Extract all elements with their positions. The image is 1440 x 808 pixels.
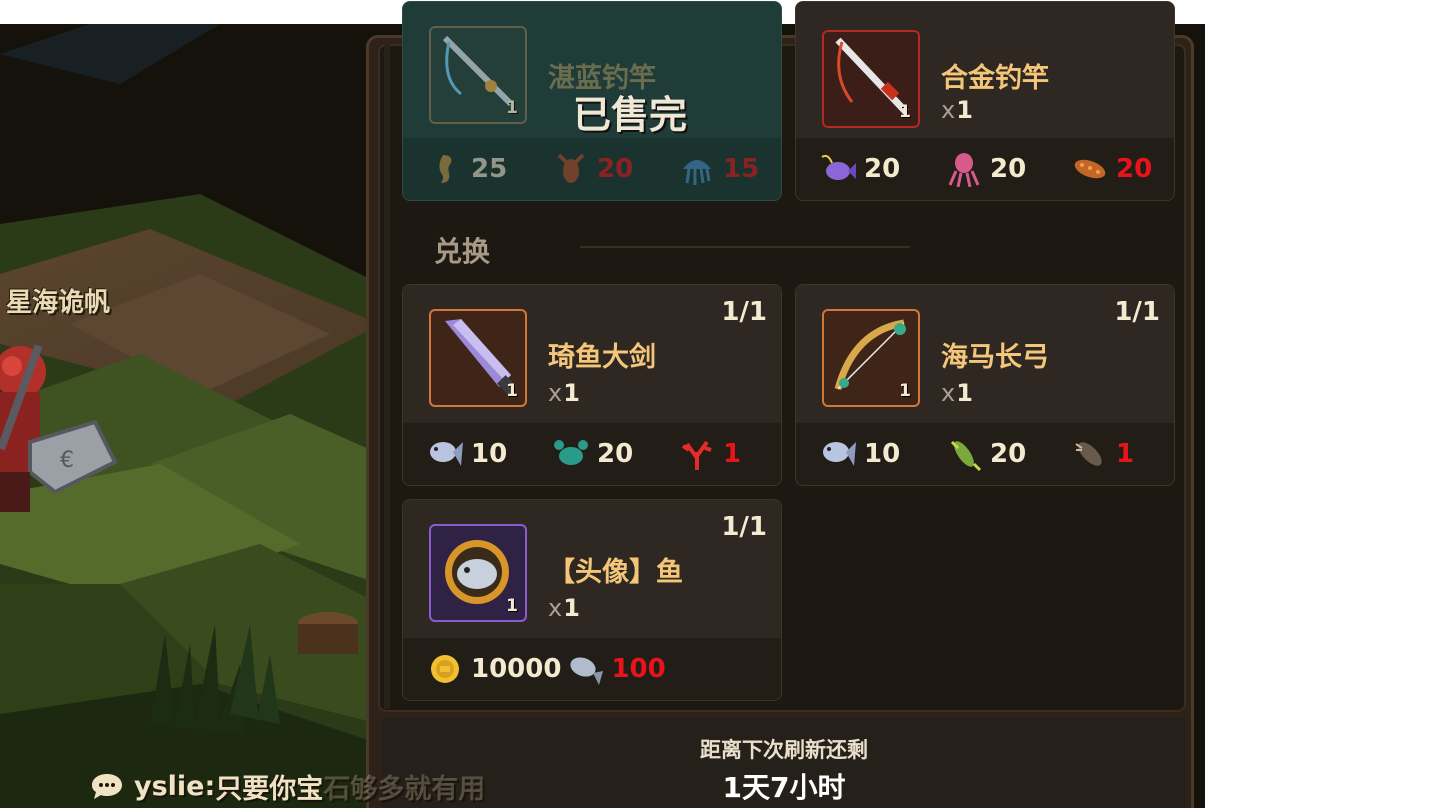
squid-icon <box>948 153 980 187</box>
cost-seahorse: 25 <box>427 151 529 187</box>
cost-sea-cucumber: 20 <box>1072 151 1174 187</box>
cost-tuna: 10 <box>820 436 922 472</box>
crab-icon <box>554 440 588 465</box>
cost-amount: 10000 <box>471 654 562 684</box>
item-name: 【头像】鱼 <box>548 557 683 588</box>
cost-amount: 1 <box>723 439 742 469</box>
lobster-icon <box>557 153 585 183</box>
cost-amount: 10 <box>864 439 901 469</box>
cost-gold-coin: 10000 <box>427 651 561 687</box>
shop-item-card-sold-out[interactable]: 1 湛蓝钓竿 已售完 25 20 15 <box>402 1 782 201</box>
cost-amount: 25 <box>471 154 508 184</box>
scrollbar-track[interactable] <box>384 44 390 709</box>
item-count: x1 <box>941 96 973 124</box>
cost-fish: 100 <box>567 651 666 687</box>
cost-amount: 10 <box>471 439 508 469</box>
exchange-item-card[interactable]: 1/1 1 海马长弓 x1 10 20 1 <box>795 284 1175 486</box>
svg-text:€: € <box>60 448 74 473</box>
tuna-icon <box>430 442 463 466</box>
purchase-limit: 1/1 <box>721 297 767 327</box>
item-qty-badge: 1 <box>899 102 911 122</box>
tuna-icon <box>823 442 856 466</box>
cost-squid: 20 <box>946 151 1048 187</box>
cost-amount: 20 <box>1116 154 1153 184</box>
cost-amount: 20 <box>990 439 1027 469</box>
anglerfish-icon <box>821 154 856 180</box>
chat-separator: : <box>204 770 216 802</box>
item-qty-badge: 1 <box>899 381 911 401</box>
fish-avatar-icon: 1 <box>429 524 527 622</box>
cost-tuna: 10 <box>427 436 529 472</box>
jellyfish-icon <box>683 160 711 185</box>
cost-amount: 20 <box>597 154 634 184</box>
refresh-timer: 距离下次刷新还剩 1天7小时 <box>382 718 1186 808</box>
alloy-fishing-rod-icon: 1 <box>822 30 920 128</box>
seahorse-icon <box>439 155 452 183</box>
item-qty-badge: 1 <box>506 596 518 616</box>
item-count: x1 <box>941 379 973 407</box>
purchase-limit: 1/1 <box>1114 297 1160 327</box>
cost-lobster: 20 <box>553 151 655 187</box>
fishing-rod-icon: 1 <box>429 26 527 124</box>
exchange-item-card[interactable]: 1/1 1 琦鱼大剑 x1 10 20 1 <box>402 284 782 486</box>
cost-amount: 20 <box>597 439 634 469</box>
cost-amount: 1 <box>1116 439 1135 469</box>
cost-amount: 20 <box>990 154 1027 184</box>
chat-text-faded: 石够多就有用 <box>323 773 486 805</box>
cost-amount: 100 <box>611 654 666 684</box>
item-qty-badge: 1 <box>506 381 518 401</box>
cost-amount: 20 <box>864 154 901 184</box>
shop-item-card[interactable]: 1 合金钓竿 x1 20 20 20 <box>795 1 1175 201</box>
item-name: 琦鱼大剑 <box>548 342 656 373</box>
exchange-section-title: 兑换 <box>434 235 491 268</box>
item-qty-badge: 1 <box>506 98 518 118</box>
coral-icon <box>681 440 712 470</box>
sea-cucumber-icon <box>1074 159 1106 179</box>
purchase-limit: 1/1 <box>721 512 767 542</box>
chat-message: yslie: 只要你宝 石够多就有用 <box>90 768 486 805</box>
refresh-label: 距离下次刷新还剩 <box>700 738 868 762</box>
longbow-icon: 1 <box>822 309 920 407</box>
cost-coral: 1 <box>679 436 781 472</box>
chat-username: yslie <box>134 770 205 802</box>
section-divider <box>580 246 910 248</box>
exchange-item-card[interactable]: 1/1 1 【头像】鱼 x1 10000 100 <box>402 499 782 701</box>
fish-icon <box>570 657 604 685</box>
greatsword-icon: 1 <box>429 309 527 407</box>
chat-text: 只要你宝 <box>215 773 324 805</box>
item-count: x1 <box>548 594 580 622</box>
cost-mantis-shrimp: 20 <box>946 436 1048 472</box>
gold-coin-icon <box>431 655 459 683</box>
cost-jellyfish: 15 <box>679 151 781 187</box>
player-name-label: 星海诡帆 <box>6 288 111 318</box>
cost-catfish: 1 <box>1072 436 1174 472</box>
item-count: x1 <box>548 379 580 407</box>
item-name: 海马长弓 <box>941 342 1049 373</box>
cost-anglerfish: 20 <box>820 151 922 187</box>
item-name: 合金钓竿 <box>941 63 1049 94</box>
cost-amount: 15 <box>723 154 760 184</box>
mantis-shrimp-icon <box>950 440 982 472</box>
sold-out-label: 已售完 <box>573 93 688 137</box>
player-character[interactable]: € <box>0 342 120 522</box>
catfish-icon <box>1075 442 1102 466</box>
chat-bubble-icon <box>92 774 122 799</box>
cost-crab: 20 <box>553 436 655 472</box>
refresh-countdown: 1天7小时 <box>722 771 846 804</box>
